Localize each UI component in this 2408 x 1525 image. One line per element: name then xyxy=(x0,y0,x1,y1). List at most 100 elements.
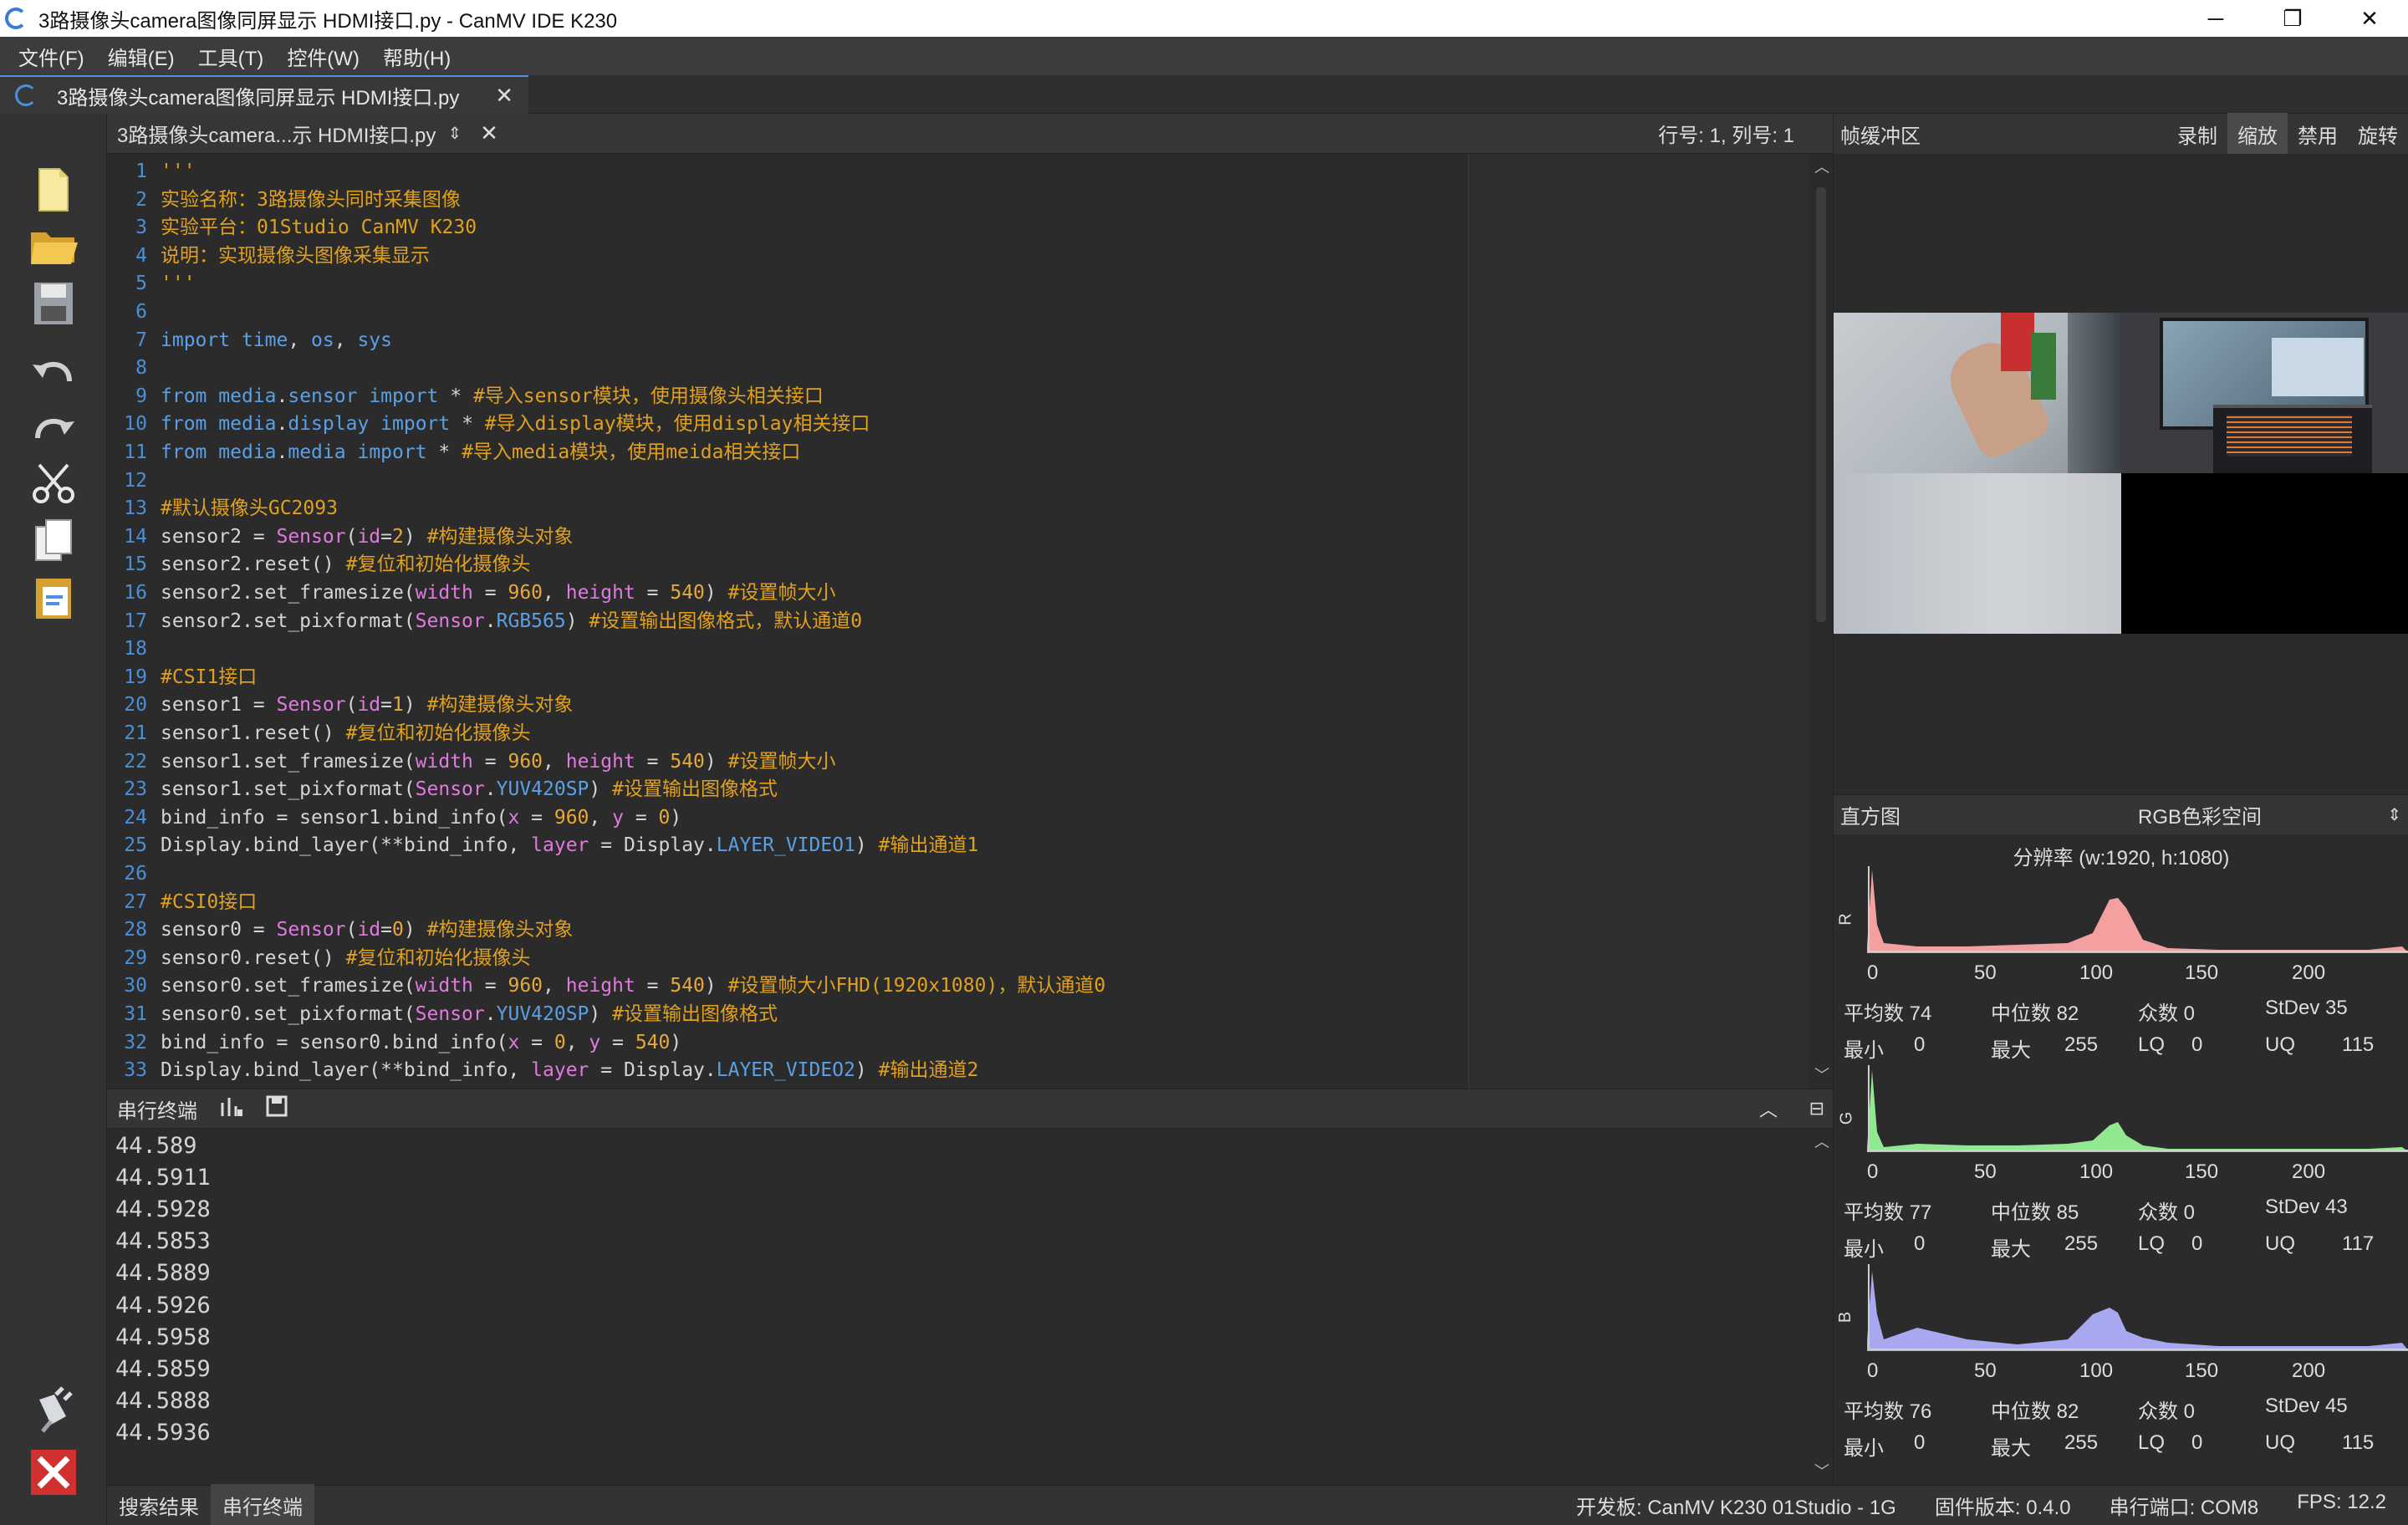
colorspace-select[interactable]: RGB色彩空间 xyxy=(2138,800,2262,829)
camera-view-bottom-left xyxy=(1834,473,2121,634)
histogram-plot xyxy=(1867,1065,2408,1152)
code-editor[interactable]: 1 2 3 4 5 6 7 8 9 10 11 12 13 14 15 16 17 18 19 20 21 22 23 24 2… xyxy=(107,154,1809,1089)
folder-open-icon xyxy=(31,232,78,264)
new-file-button[interactable] xyxy=(25,164,82,216)
histogram-channel-g: G 0 50 100 150 200 平均数 77 中位数 85 众数 0 StDev 43 最小 0… xyxy=(1834,1065,2408,1266)
zoom-button[interactable]: 缩放 xyxy=(2227,112,2288,156)
close-document-button[interactable]: ✕ xyxy=(480,120,498,146)
scroll-down-icon[interactable]: ﹀ xyxy=(1814,1063,1829,1085)
line-number: 8 xyxy=(135,357,147,380)
line-number: 15 xyxy=(124,553,147,576)
code-line: ''' xyxy=(161,273,196,295)
terminal-settings-icon[interactable] xyxy=(219,1094,244,1124)
line-number: 19 xyxy=(124,666,147,688)
line-number: 21 xyxy=(124,722,147,744)
histogram-area xyxy=(1867,870,2408,953)
histogram-tick-label: 150 xyxy=(2185,1359,2219,1382)
rotate-button[interactable]: 旋转 xyxy=(2348,113,2408,156)
code-line: #默认摄像头GC2093 xyxy=(161,497,338,520)
histogram-panel: 分辨率 (w:1920, h:1080) R 0 50 100 150 200 平均数 74… xyxy=(1833,834,2408,1485)
file-tab[interactable]: 3路摄像头camera图像同屏显示 HDMI接口.py ✕ xyxy=(0,75,528,114)
camera-view-bottom-right xyxy=(2121,473,2408,634)
histogram-stat-stdev: StDev 45 xyxy=(2265,1395,2348,1417)
code-line: bind_info = sensor0.bind_info(x = 0, y =… xyxy=(161,1031,682,1053)
disable-button[interactable]: 禁用 xyxy=(2288,113,2348,156)
line-number: 12 xyxy=(124,469,147,492)
histogram-area xyxy=(1867,1070,2408,1152)
terminal-scroll-up-icon[interactable]: ︿ xyxy=(1814,1130,1829,1152)
histogram-tick-label: 200 xyxy=(2292,1160,2326,1183)
histogram-stat-stdev: StDev 43 xyxy=(2265,1196,2348,1218)
cursor-position: 行号: 1, 列号: 1 xyxy=(1658,125,1794,147)
menu-widgets[interactable]: 控件(W) xyxy=(287,42,360,71)
restore-button[interactable]: ❐ xyxy=(2254,0,2331,37)
histogram-stat-mode: 众数 0 xyxy=(2138,1201,2196,1224)
histogram-tick-label: 0 xyxy=(1867,1359,1879,1382)
line-number: 24 xyxy=(124,806,147,829)
histogram-stat-median: 中位数 82 xyxy=(1991,1002,2079,1025)
serial-port: 串行端口: COM8 xyxy=(2109,1497,2259,1519)
scroll-up-icon[interactable]: ︿ xyxy=(1814,156,1829,177)
histogram-stat-lq-v: 0 xyxy=(2191,1431,2203,1454)
app-logo-icon xyxy=(5,8,27,29)
menu-tools[interactable]: 工具(T) xyxy=(198,42,264,71)
file-dropdown-arrows-icon[interactable]: ⇕ xyxy=(447,123,462,144)
terminal-title: 串行终端 xyxy=(117,1099,197,1123)
status-info: 开发板: CanMV K230 01Studio - 1G 固件版本: 0.4.… xyxy=(1538,1491,2386,1520)
serial-terminal-tab[interactable]: 串行终端 xyxy=(211,1484,314,1525)
code-line: Display.bind_layer(**bind_info, layer = … xyxy=(161,1059,979,1082)
terminal-save-icon[interactable] xyxy=(266,1095,288,1123)
terminal-collapse-icon[interactable]: ︿ xyxy=(1759,1095,1778,1122)
editor-scroll-thumb[interactable] xyxy=(1816,187,1826,622)
cut-button[interactable] xyxy=(25,458,82,510)
stop-button[interactable] xyxy=(25,1446,82,1498)
editor-file-selector[interactable]: 3路摄像头camera...示 HDMI接口.py xyxy=(117,119,436,148)
histogram-stat-lq-v: 0 xyxy=(2191,1232,2203,1255)
menu-file[interactable]: 文件(F) xyxy=(18,42,84,71)
close-tab-button[interactable]: ✕ xyxy=(495,83,513,109)
histogram-stat-min: 最小 xyxy=(1844,1238,1884,1261)
code-line: sensor0.reset() #复位和初始化摄像头 xyxy=(161,946,531,969)
editor-scrollbar[interactable]: ︿ ﹀ xyxy=(1809,154,1833,1089)
minimize-button[interactable]: ─ xyxy=(2177,0,2254,37)
colorspace-dropdown-arrows-icon[interactable]: ⇕ xyxy=(2387,804,2401,825)
histogram-stat-max: 最大 xyxy=(1991,1238,2031,1261)
record-button[interactable]: 录制 xyxy=(2167,113,2227,156)
open-file-button[interactable] xyxy=(25,221,82,273)
line-number: 2 xyxy=(135,188,147,211)
histogram-stat-uq-v: 115 xyxy=(2342,1431,2375,1454)
scissors-icon xyxy=(33,463,74,503)
code-line: ''' xyxy=(161,161,196,182)
histogram-stat-uq: UQ xyxy=(2265,1431,2295,1454)
terminal-line: 44.5859 xyxy=(115,1355,211,1382)
menu-help[interactable]: 帮助(H) xyxy=(383,42,451,71)
channel-label: B xyxy=(1836,1311,1855,1324)
terminal-close-icon[interactable]: ⊟ xyxy=(1809,1098,1824,1120)
editor-header: 3路摄像头camera...示 HDMI接口.py ⇕ ✕ 行号: 1, 列号:… xyxy=(107,114,1833,154)
copy-button[interactable] xyxy=(25,515,82,567)
redo-button[interactable] xyxy=(25,401,82,453)
close-window-button[interactable]: ✕ xyxy=(2331,0,2408,37)
line-number: 23 xyxy=(124,778,147,801)
histogram-stat-mode: 众数 0 xyxy=(2138,1002,2196,1025)
code-line: sensor2.reset() #复位和初始化摄像头 xyxy=(161,553,531,576)
code-line: #CSI0接口 xyxy=(161,890,258,913)
serial-terminal[interactable]: 44.589 44.5911 44.5928 44.5853 44.5889 44.592… xyxy=(107,1129,1809,1485)
terminal-scrollbar[interactable]: ︿ ﹀ xyxy=(1809,1129,1833,1485)
window-controls: ─ ❐ ✕ xyxy=(2177,0,2408,37)
histogram-stat-mean: 平均数 74 xyxy=(1844,1002,1932,1025)
search-results-tab[interactable]: 搜索结果 xyxy=(107,1484,211,1525)
menu-bar: 文件(F) 编辑(E) 工具(T) 控件(W) 帮助(H) xyxy=(0,37,2408,75)
line-number: 7 xyxy=(135,329,147,351)
menu-edit[interactable]: 编辑(E) xyxy=(108,42,175,71)
line-number: 29 xyxy=(124,946,147,969)
save-file-button[interactable] xyxy=(25,278,82,329)
histogram-stat-min: 最小 xyxy=(1844,1437,1884,1460)
line-number: 16 xyxy=(124,582,147,604)
connect-button[interactable] xyxy=(25,1385,82,1436)
editor-margin-line xyxy=(1468,154,1469,1089)
terminal-scroll-down-icon[interactable]: ﹀ xyxy=(1814,1460,1829,1482)
undo-button[interactable] xyxy=(25,344,82,396)
line-number: 5 xyxy=(135,273,147,295)
paste-button[interactable] xyxy=(25,572,82,624)
